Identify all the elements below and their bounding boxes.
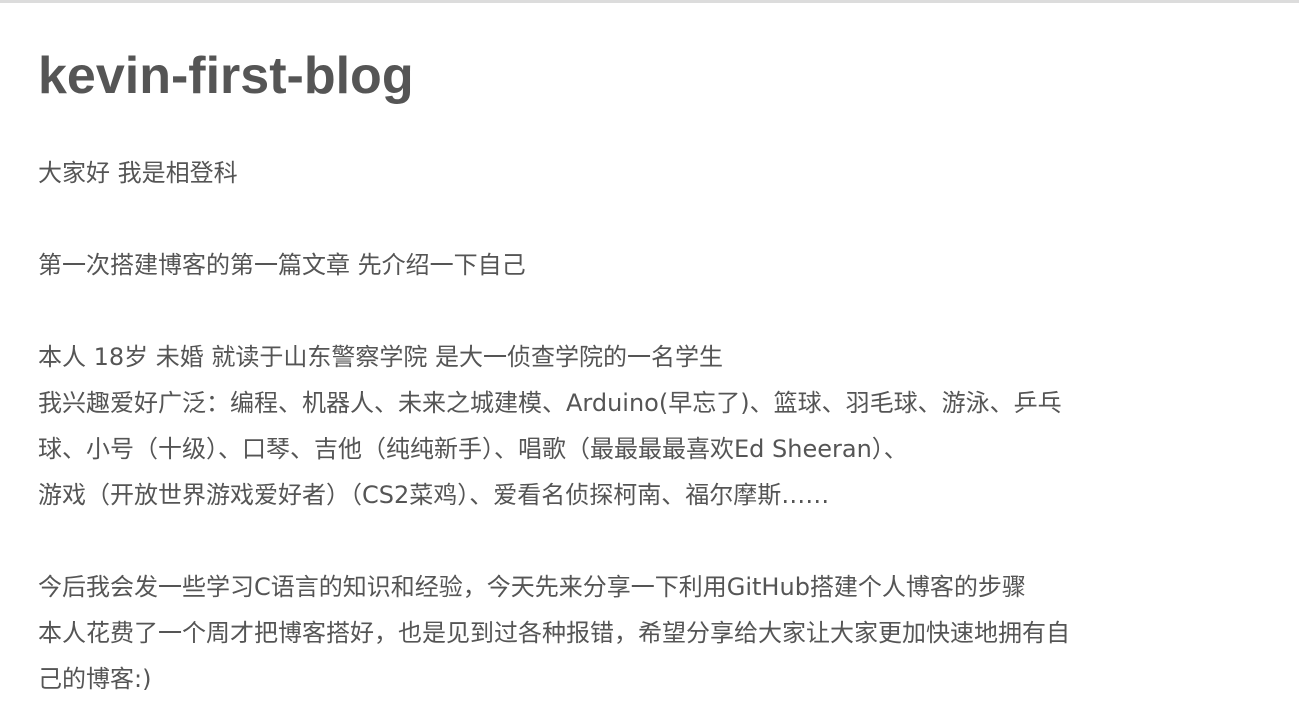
text-line: 本人 18岁 未婚 就读于山东警察学院 是大一侦查学院的一名学生 — [38, 343, 724, 371]
text-line: 己的博客:) — [38, 665, 152, 693]
text-line: 我兴趣爱好广泛：编程、机器人、未来之城建模、Arduino(早忘了)、篮球、羽毛… — [38, 389, 1062, 417]
post-title: kevin-first-blog — [38, 47, 414, 105]
paragraph-intro: 第一次搭建博客的第一篇文章 先介绍一下自己 — [38, 242, 1258, 288]
text-line: 大家好 我是相登科 — [38, 159, 238, 187]
text-line: 第一次搭建博客的第一篇文章 先介绍一下自己 — [38, 251, 526, 279]
top-border — [0, 0, 1299, 3]
text-line: 今后我会发一些学习C语言的知识和经验，今天先来分享一下利用GitHub搭建个人博… — [38, 573, 1026, 601]
text-line: 球、小号（十级）、口琴、吉他（纯纯新手）、唱歌（最最最最喜欢Ed Sheeran… — [38, 435, 908, 463]
paragraph-plans: 今后我会发一些学习C语言的知识和经验，今天先来分享一下利用GitHub搭建个人博… — [38, 564, 1258, 702]
paragraph-greeting: 大家好 我是相登科 — [38, 150, 1258, 196]
post-body: 大家好 我是相登科 第一次搭建博客的第一篇文章 先介绍一下自己 本人 18岁 未… — [38, 150, 1258, 722]
paragraph-about-me: 本人 18岁 未婚 就读于山东警察学院 是大一侦查学院的一名学生 我兴趣爱好广泛… — [38, 334, 1258, 518]
text-line: 游戏（开放世界游戏爱好者）（CS2菜鸡）、爱看名侦探柯南、福尔摩斯…… — [38, 481, 830, 509]
text-line: 本人花费了一个周才把博客搭好，也是见到过各种报错，希望分享给大家让大家更加快速地… — [38, 619, 1070, 647]
